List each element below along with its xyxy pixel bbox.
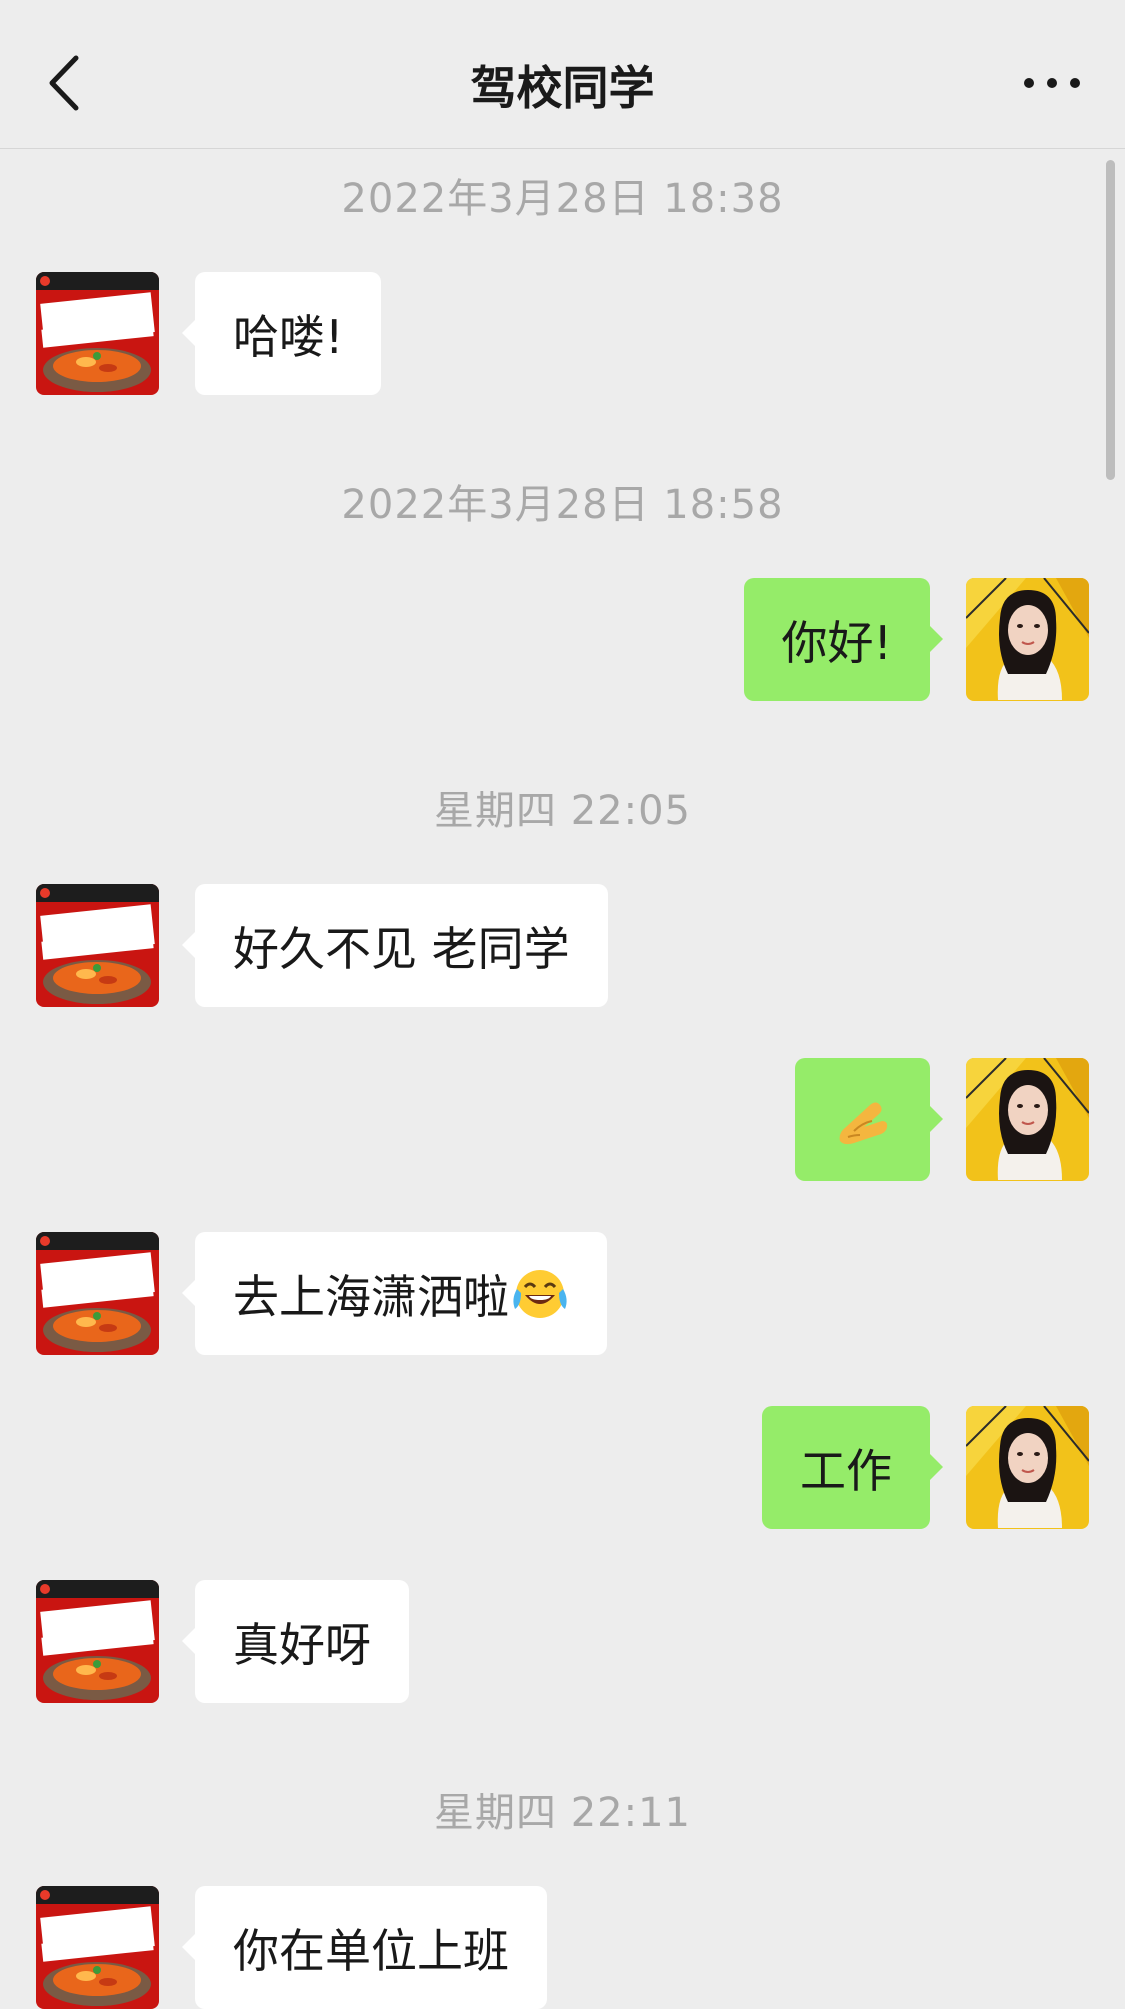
more-horizontal-icon — [1024, 78, 1080, 88]
chat-header: 驾校同学 — [0, 0, 1125, 149]
ok-hand-emoji-icon — [834, 1091, 892, 1149]
chevron-left-icon — [49, 55, 79, 111]
message-bubble-sent[interactable]: 你好! — [743, 578, 944, 701]
contact-avatar[interactable] — [36, 1232, 159, 1355]
my-avatar[interactable] — [966, 578, 1089, 701]
message-bubble-received[interactable]: 去上海潇洒啦 — [182, 1232, 607, 1355]
message-bubble-received[interactable]: 你在单位上班 — [182, 1886, 547, 2009]
message-text: 好久不见 老同学 — [233, 921, 570, 976]
contact-avatar[interactable] — [36, 1886, 159, 2009]
my-avatar[interactable] — [966, 1058, 1089, 1181]
timestamp: 星期四 22:05 — [434, 788, 691, 834]
timestamp: 2022年3月28日 18:38 — [341, 176, 784, 222]
contact-avatar[interactable] — [36, 1580, 159, 1703]
message-bubble-received[interactable]: 真好呀 — [182, 1580, 409, 1703]
timestamp: 2022年3月28日 18:58 — [341, 482, 784, 528]
message-bubble-sent[interactable]: 工作 — [762, 1406, 943, 1529]
message-text: 工作 — [800, 1443, 892, 1498]
message-text: 真好呀 — [233, 1617, 371, 1672]
timestamp: 星期四 22:11 — [434, 1790, 691, 1836]
my-avatar[interactable] — [966, 1406, 1089, 1529]
message-text: 你在单位上班 — [233, 1923, 509, 1978]
contact-avatar[interactable] — [36, 884, 159, 1007]
contact-avatar[interactable] — [36, 272, 159, 395]
message-bubble-received[interactable]: 好久不见 老同学 — [182, 884, 608, 1007]
tears-of-joy-emoji-icon — [511, 1265, 569, 1323]
chat-title: 驾校同学 — [470, 61, 655, 115]
message-text: 哈喽! — [233, 309, 344, 364]
back-button[interactable] — [40, 48, 90, 118]
more-options-button[interactable] — [1017, 68, 1087, 98]
message-bubble-sent[interactable] — [795, 1058, 943, 1181]
message-bubble-received[interactable]: 哈喽! — [181, 272, 382, 395]
message-text: 去上海潇洒啦 — [233, 1269, 509, 1324]
message-text: 你好! — [781, 615, 892, 670]
